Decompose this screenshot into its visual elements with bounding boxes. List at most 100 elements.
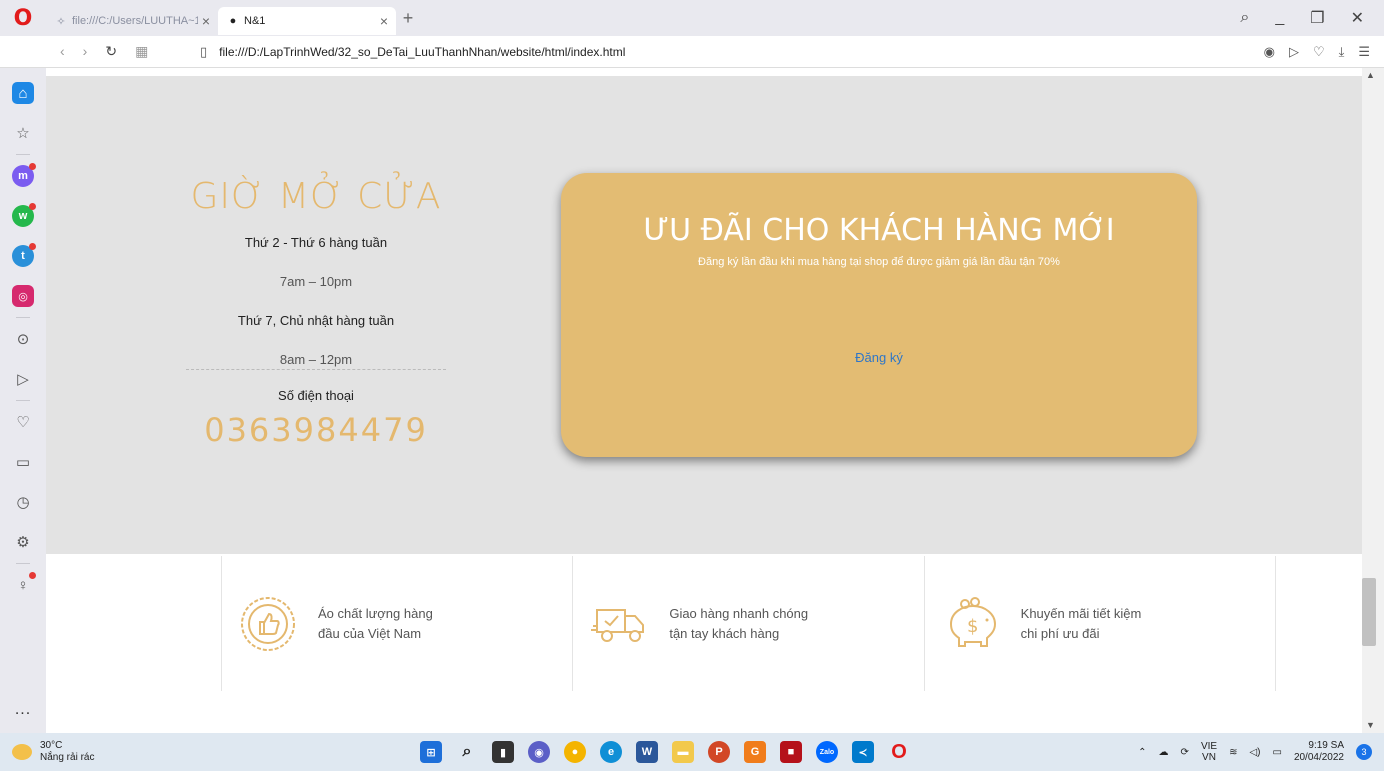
new-tab-button[interactable]: +: [396, 8, 420, 29]
wifi-icon[interactable]: ≋: [1229, 747, 1237, 758]
feature-line: tận tay khách hàng: [669, 625, 780, 641]
zalo-icon[interactable]: Zalo: [816, 741, 838, 763]
tab-title: file:///C:/Users/LUUTHA~1/: [72, 15, 198, 27]
taskbar-apps: ⊞ ⌕ ▮ ◉ ● e W ▬ P G ■ Zalo ≺ O: [420, 741, 910, 763]
search-tabs-icon[interactable]: ⌕: [1240, 9, 1249, 27]
feature-item: Giao hàng nhanh chóng tận tay khách hàng: [572, 556, 923, 691]
speed-dial-icon[interactable]: ▦: [135, 43, 148, 60]
easy-setup-icon[interactable]: ☰: [1358, 44, 1370, 60]
send-icon[interactable]: ▷: [1289, 44, 1299, 60]
heart-icon[interactable]: ♡: [1313, 44, 1325, 60]
sidebar-divider: [16, 154, 30, 155]
tab-title: N&1: [244, 15, 266, 27]
feature-text: Giao hàng nhanh chóng tận tay khách hàng: [669, 604, 808, 644]
weekend-label: Thứ 7, Chủ nhật hàng tuần: [237, 313, 395, 328]
send-icon[interactable]: ▷: [12, 368, 34, 390]
heart-icon[interactable]: ♡: [12, 411, 34, 433]
globe-icon: ●: [229, 15, 237, 27]
network-icon[interactable]: ⟳: [1181, 747, 1189, 758]
settings-icon[interactable]: ⚙: [12, 531, 34, 553]
feature-line: Giao hàng nhanh chóng: [669, 605, 809, 621]
scroll-down-icon[interactable]: ▼: [1366, 720, 1375, 730]
date: 20/04/2022: [1293, 752, 1344, 763]
edge-icon[interactable]: e: [600, 741, 622, 763]
scrollbar-thumb[interactable]: [1362, 578, 1376, 646]
chrome-icon[interactable]: ●: [564, 741, 586, 763]
feature-line: Áo chất lượng hàng: [318, 605, 433, 621]
close-window-button[interactable]: ✕: [1351, 8, 1364, 28]
history-icon[interactable]: ◷: [12, 491, 34, 513]
notification-badge[interactable]: 3: [1356, 744, 1372, 760]
reload-icon[interactable]: ↻: [105, 43, 117, 60]
weather-text: 30°C Nắng rải rác: [40, 740, 94, 764]
more-icon[interactable]: ...: [15, 701, 31, 719]
partly-sunny-icon: [12, 744, 32, 760]
instagram-icon[interactable]: ◎: [12, 285, 34, 307]
language-indicator[interactable]: VIE VN: [1201, 741, 1217, 763]
weekend-time: 8am – 12pm: [186, 352, 446, 370]
download-icon[interactable]: ⤓: [1339, 44, 1345, 60]
scroll-up-icon[interactable]: ▲: [1366, 70, 1375, 80]
features-row: Áo chất lượng hàng đầu của Việt Nam Giao…: [221, 556, 1276, 691]
feature-item: $ Khuyến mãi tiết kiệm chi phí ưu đãi: [923, 556, 1276, 691]
chat-icon[interactable]: ◉: [528, 741, 550, 763]
language-code: VIE: [1200, 741, 1218, 752]
whatsapp-icon[interactable]: w: [12, 203, 36, 227]
file-explorer-icon[interactable]: ▬: [672, 741, 694, 763]
hours-title: GIỜ MỞ CỬA: [190, 176, 442, 217]
search-icon[interactable]: ⌕: [456, 741, 478, 763]
hero-section: GIỜ MỞ CỬA Thứ 2 - Thứ 6 hàng tuần 7am –…: [46, 76, 1362, 554]
app-icon[interactable]: ■: [780, 741, 802, 763]
battery-icon[interactable]: ▭: [1272, 747, 1281, 758]
close-icon[interactable]: ×: [202, 13, 210, 29]
onedrive-icon[interactable]: ☁: [1159, 747, 1169, 758]
forward-icon[interactable]: ›: [83, 43, 88, 60]
tab-nandone[interactable]: ● N&1 ×: [218, 7, 396, 35]
delivery-truck-icon: [591, 608, 645, 642]
clock[interactable]: 9:19 SA 20/04/2022: [1294, 740, 1344, 764]
tab-file[interactable]: ✧ file:///C:/Users/LUUTHA~1/ ×: [46, 7, 218, 35]
register-link[interactable]: Đăng ký: [855, 350, 903, 365]
svg-text:$: $: [967, 616, 978, 637]
foxit-pdf-icon[interactable]: G: [744, 741, 766, 763]
player-icon[interactable]: ⊙: [12, 328, 34, 350]
close-icon[interactable]: ×: [380, 13, 388, 29]
weather-widget[interactable]: 30°C Nắng rải rác: [0, 740, 420, 764]
snapshot-icon[interactable]: ◉: [1264, 44, 1275, 60]
weather-condition: Nắng rải rác: [40, 752, 95, 763]
promo-title: ƯU ĐÃI CHO KHÁCH HÀNG MỚI: [643, 213, 1115, 248]
url-text: file:///D:/LapTrinhWed/32_so_DeTai_LuuTh…: [219, 44, 626, 59]
sidebar-divider: [16, 317, 30, 318]
feature-text: Áo chất lượng hàng đầu của Việt Nam: [318, 604, 433, 644]
telegram-icon[interactable]: t: [12, 243, 36, 267]
opera-logo-icon[interactable]: O: [0, 0, 46, 36]
new-customer-promo: ƯU ĐÃI CHO KHÁCH HÀNG MỚI Đăng ký lần đầ…: [561, 173, 1197, 457]
home-icon[interactable]: ⌂: [12, 82, 34, 104]
sidebar-divider: [16, 563, 30, 564]
piggy-bank-icon: $: [949, 596, 996, 647]
star-icon[interactable]: ☆: [12, 122, 34, 144]
tab-bar: O ✧ file:///C:/Users/LUUTHA~1/ × ● N&1 ×…: [0, 0, 1384, 36]
lightbulb-icon[interactable]: ♀: [12, 572, 36, 596]
windows-start-icon[interactable]: ⊞: [420, 741, 442, 763]
messenger-icon[interactable]: m: [12, 163, 36, 187]
opera-icon[interactable]: O: [888, 741, 910, 763]
wallet-icon[interactable]: ▭: [12, 451, 34, 473]
phone-label: Số điện thoại: [278, 388, 354, 403]
word-icon[interactable]: W: [636, 741, 658, 763]
temperature: 30°C: [40, 740, 63, 751]
system-tray: ⌃ ☁ ⟳ VIE VN ≋ ◁) ▭ 9:19 SA 20/04/2022 3: [1138, 740, 1384, 764]
url-field[interactable]: ▯ file:///D:/LapTrinhWed/32_so_DeTai_Luu…: [190, 44, 625, 60]
volume-icon[interactable]: ◁): [1249, 747, 1260, 758]
minimize-button[interactable]: _: [1275, 9, 1284, 27]
sidebar: ⌂ ☆ m w t ◎ ⊙ ▷ ♡ ▭ ◷ ⚙ ♀ ...: [0, 68, 46, 733]
restore-button[interactable]: ❐: [1310, 8, 1324, 28]
opening-hours: GIỜ MỞ CỬA Thứ 2 - Thứ 6 hàng tuần 7am –…: [186, 176, 446, 449]
chevron-up-icon[interactable]: ⌃: [1138, 747, 1146, 758]
file-icon: ✧: [56, 15, 66, 28]
powerpoint-icon[interactable]: P: [708, 741, 730, 763]
task-view-icon[interactable]: ▮: [492, 741, 514, 763]
page-viewport: GIỜ MỞ CỬA Thứ 2 - Thứ 6 hàng tuần 7am –…: [46, 68, 1362, 733]
vscode-icon[interactable]: ≺: [852, 741, 874, 763]
back-icon[interactable]: ‹: [60, 43, 65, 60]
